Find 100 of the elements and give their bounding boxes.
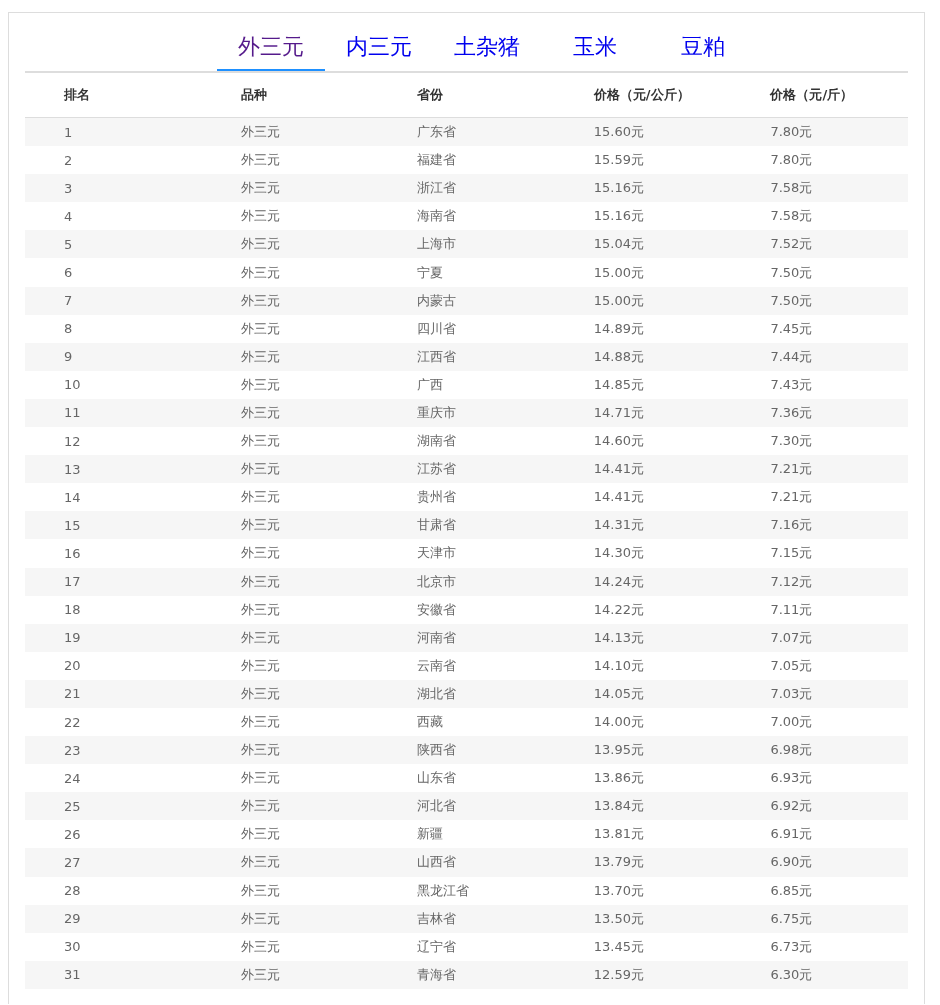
table-cell-text: 28: [63, 883, 82, 899]
table-cell-text: 外三元: [239, 404, 281, 422]
table-cell-text: 6.75元: [769, 909, 814, 928]
table-cell-text: 福建省: [416, 151, 458, 170]
table-cell-text: 31: [63, 967, 82, 983]
table-cell-text: 湖北省: [416, 684, 458, 703]
table-cell-text: 外三元: [239, 375, 281, 394]
table-cell-text: 7.16元: [769, 516, 814, 535]
table-cell-text: 黑龙江省: [416, 881, 471, 900]
table-cell-text: 外三元: [239, 516, 281, 535]
table-cell-text: 外三元: [239, 179, 281, 198]
table-cell-text: 外三元: [239, 123, 281, 142]
table-cell-text: 6.30元: [769, 965, 814, 984]
table-cell-text: 7.30元: [769, 432, 814, 451]
table-cell-text: 10: [63, 377, 82, 393]
table-cell-text: 14.31元: [592, 516, 645, 535]
table-cell-text: 13.95元: [592, 741, 645, 760]
table-cell-text: 山西省: [416, 853, 458, 872]
table-cell-text: 14: [63, 489, 82, 505]
table-cell-text: 30: [63, 939, 82, 955]
table-cell-text: 15.59元: [592, 151, 645, 170]
table-cell-text: 外三元: [239, 600, 281, 619]
tab[interactable]: 外三元: [217, 25, 325, 71]
table-cell-text: 14.24元: [592, 572, 645, 591]
column-header: 省份: [416, 86, 445, 104]
table-cell-text: 13.79元: [592, 853, 645, 872]
table-cell-text: 湖南省: [416, 432, 458, 451]
column-header: 价格（元/斤）: [768, 86, 855, 104]
table-cell-text: 6.85元: [769, 881, 814, 900]
table-cell-text: 16: [63, 545, 82, 561]
table-cell-text: 外三元: [239, 713, 281, 731]
tab[interactable]: 土杂猪: [433, 25, 541, 71]
table-cell-text: 6.90元: [769, 853, 814, 872]
table-cell-text: 1: [63, 124, 74, 140]
table-cell-text: 7.03元: [769, 684, 814, 703]
table-cell-text: 辽宁省: [416, 937, 458, 956]
table-cell-text: 甘肃省: [416, 516, 458, 535]
table-cell-text: 14.41元: [592, 460, 645, 479]
table-cell-text: 23: [63, 742, 82, 758]
table-cell-text: 青海省: [416, 965, 458, 984]
table-cell-text: 14.10元: [592, 656, 645, 675]
table-cell-text: 13.84元: [592, 797, 645, 816]
table-cell-text: 7.05元: [769, 656, 814, 675]
tab[interactable]: 玉米: [541, 25, 649, 71]
table-cell-text: 云南省: [416, 656, 458, 675]
table-cell-text: 29: [63, 911, 82, 927]
table-cell-text: 外三元: [239, 235, 281, 254]
table-cell-text: 14.13元: [592, 628, 645, 647]
table-cell-text: 14.22元: [592, 600, 645, 619]
tab[interactable]: 内三元: [325, 25, 433, 71]
table-cell-text: 6.91元: [769, 825, 814, 844]
table-cell-text: 15.00元: [592, 263, 645, 282]
table-cell-text: 四川省: [416, 319, 458, 338]
table-cell-text: 7.00元: [769, 713, 814, 731]
table-cell-text: 7.07元: [769, 628, 814, 647]
table-cell-text: 14.05元: [592, 684, 645, 703]
tab[interactable]: 豆粕: [649, 25, 757, 71]
table-cell-text: 外三元: [239, 319, 281, 338]
table-cell-text: 外三元: [239, 263, 281, 282]
column-header: 品种: [239, 86, 268, 104]
table-cell-text: 外三元: [239, 544, 281, 563]
table-cell-text: 外三元: [239, 488, 281, 507]
column-header: 排名: [63, 86, 91, 104]
table-cell-text: 14.30元: [592, 544, 645, 563]
table-cell-text: 外三元: [239, 432, 281, 451]
table-cell-text: 新疆: [416, 825, 445, 844]
table-cell-text: 14.89元: [592, 319, 645, 338]
table-cell-text: 13.50元: [592, 909, 645, 928]
table-cell-text: 13.86元: [592, 769, 645, 788]
table-cell-text: 海南省: [416, 207, 458, 226]
table-cell-text: 8: [63, 321, 74, 337]
table-cell-text: 重庆市: [416, 404, 458, 422]
table-cell-text: 2: [63, 152, 74, 168]
table-cell-text: 7: [63, 293, 74, 309]
table-cell-text: 12: [63, 433, 82, 449]
table-cell-text: 13.45元: [592, 937, 645, 956]
table-cell-text: 外三元: [239, 291, 281, 310]
table-cell-text: 22: [63, 714, 82, 730]
table-cell-text: 河南省: [416, 628, 458, 647]
table-cell-text: 14.88元: [592, 347, 645, 366]
table-cell-text: 5: [63, 236, 74, 252]
table-cell-text: 外三元: [239, 684, 281, 703]
table-cell-text: 外三元: [239, 460, 281, 479]
table-cell-text: 7.80元: [769, 151, 814, 170]
table-cell-text: 上海市: [416, 235, 458, 254]
table-cell-text: 15.16元: [592, 207, 645, 226]
table-cell-text: 14.60元: [592, 432, 645, 451]
table-cell-text: 吉林省: [416, 909, 458, 928]
table-cell-text: 14.00元: [592, 713, 645, 731]
table-cell-text: 15.00元: [592, 291, 645, 310]
table-cell-text: 外三元: [239, 853, 281, 872]
table-cell-text: 6.93元: [769, 769, 814, 788]
table-cell-text: 21: [63, 686, 82, 702]
table-cell-text: 7.11元: [769, 600, 814, 619]
table-cell-text: 27: [63, 855, 82, 870]
table-cell-text: 7.50元: [769, 263, 814, 282]
table-cell-text: 浙江省: [416, 179, 458, 198]
table-cell-text: 6.98元: [769, 741, 814, 760]
table-cell-text: 7.21元: [769, 488, 814, 507]
table-cell-text: 外三元: [239, 572, 281, 591]
